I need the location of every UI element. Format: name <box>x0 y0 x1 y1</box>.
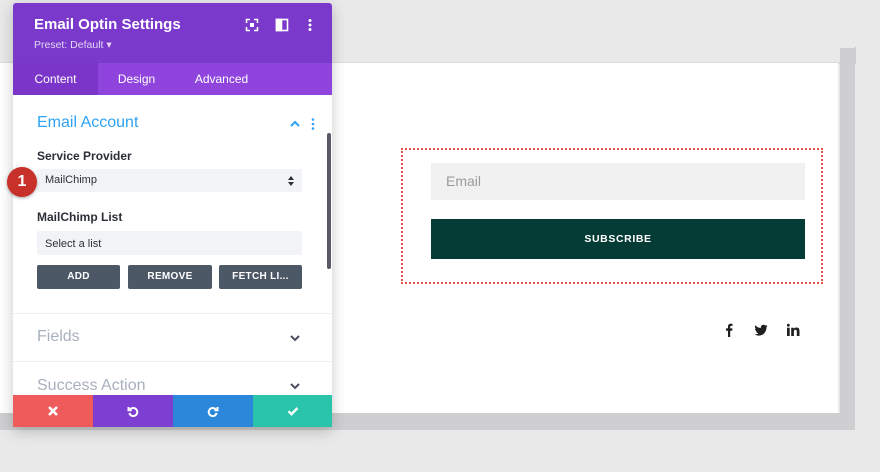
chevron-down-icon[interactable] <box>289 332 301 344</box>
chevron-up-icon[interactable] <box>289 118 301 130</box>
more-options-icon[interactable] <box>303 18 317 32</box>
section-divider <box>13 361 332 362</box>
tab-design[interactable]: Design <box>98 63 175 95</box>
panel-scrollbar[interactable] <box>327 133 331 269</box>
section-title-success-action[interactable]: Success Action <box>37 377 146 395</box>
mailchimp-list-label: MailChimp List <box>37 210 123 224</box>
service-provider-value: MailChimp <box>45 174 97 186</box>
panel-footer <box>13 395 332 427</box>
mailchimp-list-select[interactable]: Select a list <box>37 231 302 255</box>
section-divider <box>13 313 332 314</box>
section-more-icon[interactable] <box>310 117 316 131</box>
save-button[interactable] <box>253 395 332 427</box>
section-title-email-account[interactable]: Email Account <box>37 114 138 132</box>
panel-header: Email Optin Settings Preset: Default ▾ <box>13 3 332 63</box>
panel-title: Email Optin Settings <box>34 16 181 33</box>
subscribe-button[interactable]: SUBSCRIBE <box>431 219 805 259</box>
twitter-icon[interactable] <box>753 322 769 338</box>
add-button[interactable]: ADD <box>37 265 120 289</box>
discard-button[interactable] <box>13 395 93 427</box>
facebook-icon[interactable] <box>721 322 737 338</box>
preset-dropdown[interactable]: Preset: Default ▾ <box>34 39 112 51</box>
tab-advanced[interactable]: Advanced <box>175 63 268 95</box>
email-field[interactable]: Email <box>431 163 805 200</box>
select-arrows-icon <box>288 176 294 186</box>
tab-content[interactable]: Content <box>13 63 98 95</box>
service-provider-label: Service Provider <box>37 149 132 163</box>
fetch-lists-button[interactable]: FETCH LI... <box>219 265 302 289</box>
section-title-fields[interactable]: Fields <box>37 328 80 346</box>
service-provider-select[interactable]: MailChimp <box>37 169 302 192</box>
mailchimp-list-value: Select a list <box>45 238 102 250</box>
sidebar-toggle-icon[interactable] <box>275 18 289 32</box>
panel-tabs: Content Design Advanced <box>13 63 332 95</box>
undo-button[interactable] <box>93 395 173 427</box>
linkedin-icon[interactable] <box>785 322 801 338</box>
step-number-badge: 1 <box>7 167 37 197</box>
module-settings-panel: Email Optin Settings Preset: Default ▾ C… <box>13 3 332 427</box>
redo-button[interactable] <box>173 395 253 427</box>
canvas-shadow-right <box>840 48 855 430</box>
expand-icon[interactable] <box>245 18 259 32</box>
remove-button[interactable]: REMOVE <box>128 265 212 289</box>
chevron-down-icon[interactable] <box>289 380 301 392</box>
